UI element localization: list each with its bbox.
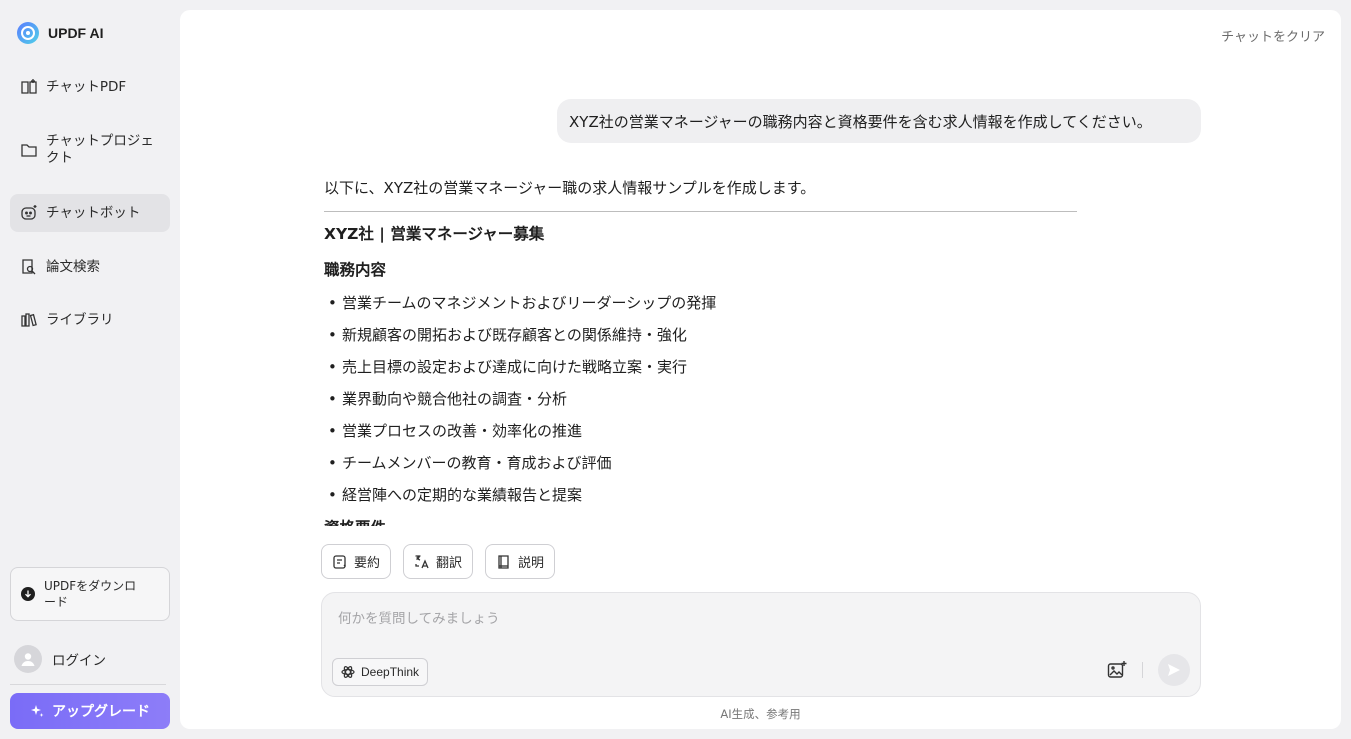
chat-input[interactable] [338, 607, 1178, 631]
summary-icon [333, 554, 346, 569]
image-upload-icon[interactable] [1106, 659, 1128, 681]
sidebar-item-paper-search[interactable]: 論文検索 [10, 256, 170, 278]
book-open-icon [20, 78, 38, 96]
summary-button[interactable]: 要約 [321, 544, 392, 579]
doc-search-icon [20, 258, 38, 276]
answer-intro: 以下に、XYZ社の営業マネージャー職の求人情報サンプルを作成します。 [324, 179, 816, 197]
composer-divider [1142, 662, 1143, 678]
list-item: • 業界動向や競合他社の調査・分析 [328, 390, 568, 408]
list-item: • 営業チームのマネジメントおよびリーダーシップの発揮 [328, 294, 717, 312]
bot-face-icon [20, 204, 38, 222]
quick-actions: 要約 翻訳 説明 [321, 544, 556, 579]
clear-chat-button[interactable]: チャットをクリア [1221, 26, 1325, 45]
sidebar-divider [10, 684, 166, 685]
download-updf-button[interactable]: UPDFをダウンロード [10, 567, 170, 621]
answer-divider [324, 211, 1077, 212]
upgrade-button[interactable]: アップグレード [10, 693, 170, 729]
user-icon [21, 653, 35, 666]
sidebar-item-label: チャットPDF [46, 78, 127, 95]
download-icon [21, 587, 35, 601]
sidebar-item-chatbot[interactable]: チャットボット [10, 194, 170, 232]
send-button[interactable] [1158, 654, 1190, 686]
sidebar-item-chat-project[interactable]: チャットプロジェクト [10, 132, 170, 168]
send-icon [1168, 664, 1180, 676]
atom-icon [341, 666, 355, 678]
explain-book-icon [498, 554, 509, 569]
sidebar-item-label: ライブラリ [46, 311, 114, 328]
sidebar-item-label: チャットボット [46, 204, 141, 221]
list-item: • 売上目標の設定および達成に向けた戦略立案・実行 [328, 358, 688, 376]
list-item: • 営業プロセスの改善・効率化の推進 [328, 422, 583, 440]
login-label: ログイン [52, 653, 106, 669]
duties-list: • 営業チームのマネジメントおよびリーダーシップの発揮 • 新規顧客の開拓および既存… [324, 292, 1084, 516]
brand-name: UPDF AI [48, 25, 104, 41]
assistant-answer: 以下に、XYZ社の営業マネージャー職の求人情報サンプルを作成します。 XYZ社 … [324, 176, 1084, 526]
chat-panel: チャットをクリア XYZ社の営業マネージャーの職務内容と資格要件を含む求人情報を… [180, 10, 1341, 729]
sidebar-item-chat-pdf[interactable]: チャットPDF [10, 76, 170, 98]
list-item: • 経営陣への定期的な業績報告と提案 [328, 486, 583, 504]
list-item: • 新規顧客の開拓および既存顧客との関係維持・強化 [328, 326, 687, 344]
translate-button[interactable]: 翻訳 [403, 544, 474, 579]
download-label: UPDFをダウンロード [44, 579, 137, 609]
sidebar: UPDF AI チャットPDF チャットプロジェクト チャットボット 論文検索 [0, 0, 180, 739]
updf-logo-icon [17, 22, 39, 44]
library-icon [20, 311, 38, 329]
sidebar-item-label: 論文検索 [46, 258, 100, 275]
sparkle-icon [31, 705, 44, 717]
sidebar-item-library[interactable]: ライブラリ [10, 309, 170, 331]
user-message-text: XYZ社の営業マネージャーの職務内容と資格要件を含む求人情報を作成してください。 [569, 112, 1152, 131]
answer-section-heading: 職務内容 [324, 261, 387, 279]
sidebar-item-label: チャットプロジェクト [46, 133, 154, 166]
upgrade-label: アップグレード [52, 704, 150, 720]
explain-button[interactable]: 説明 [485, 544, 556, 579]
answer-section-heading: 資格要件 [324, 516, 1084, 526]
login-button[interactable]: ログイン [14, 645, 106, 673]
composer: DeepThink [321, 592, 1201, 697]
avatar [14, 645, 42, 673]
answer-title: XYZ社 | 営業マネージャー募集 [324, 225, 545, 243]
folder-icon [20, 141, 38, 159]
deepthink-toggle[interactable]: DeepThink [332, 658, 429, 686]
user-message-bubble: XYZ社の営業マネージャーの職務内容と資格要件を含む求人情報を作成してください。 [557, 99, 1201, 143]
brand[interactable]: UPDF AI [16, 21, 103, 45]
list-item: • チームメンバーの教育・育成および評価 [328, 454, 612, 472]
translate-icon [415, 554, 429, 568]
ai-disclaimer: AI生成、参考用 [720, 707, 801, 721]
